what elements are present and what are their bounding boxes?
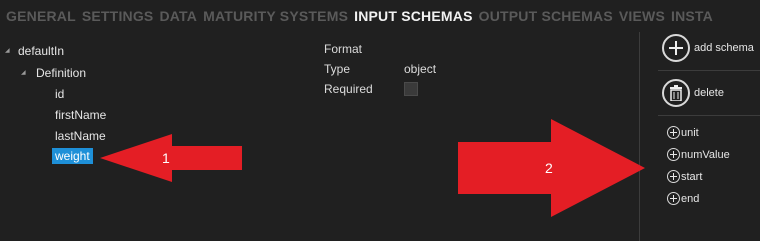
annotation-arrow-1 (100, 134, 242, 182)
annotation-label-2: 2 (545, 160, 553, 176)
annotation-label-1: 1 (162, 150, 170, 166)
annotation-layer (100, 119, 645, 217)
